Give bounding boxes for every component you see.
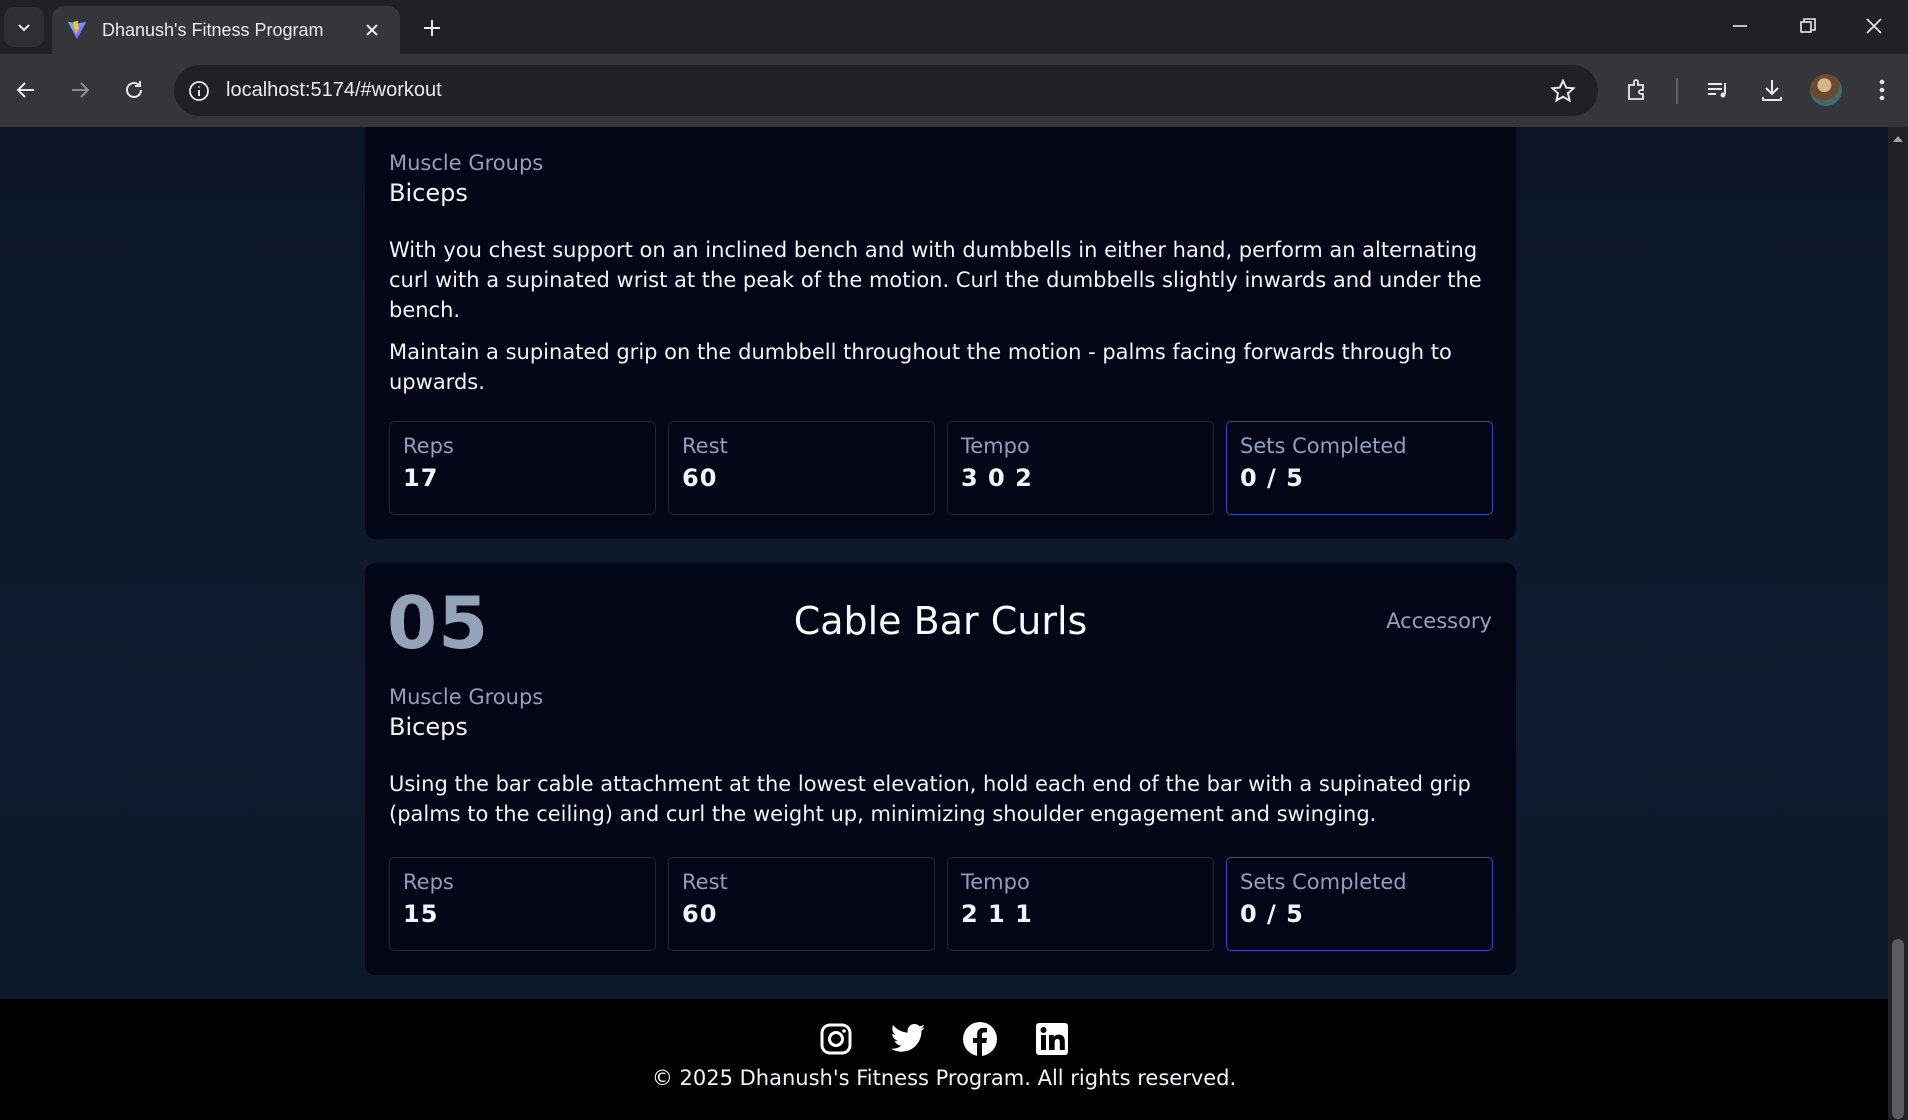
forward-button[interactable]: [60, 70, 100, 110]
stat-rest: Rest 60: [668, 421, 935, 515]
minimize-button[interactable]: [1706, 0, 1774, 52]
scroll-up-arrow-icon[interactable]: [1892, 133, 1904, 145]
exercise-description: With you chest support on an inclined be…: [389, 235, 1489, 325]
more-vertical-icon: [1878, 78, 1886, 102]
download-icon: [1759, 77, 1785, 103]
exercise-stats: Reps 17 Rest 60 Tempo 3 0 2 Sets Complet…: [389, 421, 1493, 515]
stat-reps: Reps 15: [389, 857, 656, 951]
stat-label: Rest: [682, 434, 921, 458]
stat-value: 0 / 5: [1240, 900, 1479, 928]
stat-value: 60: [682, 900, 921, 928]
downloads-button[interactable]: [1756, 74, 1788, 106]
stat-label: Tempo: [961, 870, 1200, 894]
url-text[interactable]: localhost:5174/#workout: [226, 79, 1550, 102]
stat-label: Rest: [682, 870, 921, 894]
muscle-groups-value: Biceps: [389, 713, 468, 741]
info-icon[interactable]: [188, 80, 210, 102]
arrow-left-icon: [15, 79, 37, 101]
browser-tab[interactable]: Dhanush's Fitness Program: [52, 6, 400, 54]
stat-value: 17: [403, 464, 642, 492]
profile-avatar[interactable]: [1810, 74, 1842, 106]
stat-value: 2 1 1: [961, 900, 1200, 928]
instagram-icon[interactable]: [818, 1021, 854, 1057]
browser-tab-bar: Dhanush's Fitness Program: [0, 0, 1908, 54]
stat-tempo: Tempo 2 1 1: [947, 857, 1214, 951]
stat-reps: Reps 17: [389, 421, 656, 515]
reload-icon: [123, 79, 145, 101]
plus-icon: [422, 18, 442, 38]
tab-search-button[interactable]: [4, 7, 44, 47]
address-bar[interactable]: localhost:5174/#workout: [174, 65, 1598, 116]
new-tab-button[interactable]: [414, 10, 450, 46]
chevron-down-icon: [16, 19, 32, 35]
linkedin-icon[interactable]: [1034, 1021, 1070, 1057]
stat-label: Tempo: [961, 434, 1200, 458]
stat-rest: Rest 60: [668, 857, 935, 951]
stat-value: 15: [403, 900, 642, 928]
facebook-icon[interactable]: [962, 1021, 998, 1057]
arrow-right-icon: [69, 79, 91, 101]
stat-value: 3 0 2: [961, 464, 1200, 492]
sets-completed-button[interactable]: Sets Completed 0 / 5: [1226, 421, 1493, 515]
stat-value: 0 / 5: [1240, 464, 1479, 492]
media-controls-button[interactable]: [1702, 74, 1734, 106]
exercise-card: Muscle Groups Biceps With you chest supp…: [365, 127, 1516, 539]
back-button[interactable]: [6, 70, 46, 110]
exercise-description: Using the bar cable attachment at the lo…: [389, 769, 1489, 829]
minimize-icon: [1731, 17, 1749, 35]
reload-button[interactable]: [114, 70, 154, 110]
stat-label: Sets Completed: [1240, 434, 1479, 458]
scroll-thumb[interactable]: [1892, 939, 1904, 1119]
exercise-name: Cable Bar Curls: [365, 599, 1516, 643]
stat-label: Sets Completed: [1240, 870, 1479, 894]
muscle-groups-label: Muscle Groups: [389, 685, 543, 709]
page-viewport: Muscle Groups Biceps With you chest supp…: [0, 127, 1888, 1120]
exercise-stats: Reps 15 Rest 60 Tempo 2 1 1 Sets Complet…: [389, 857, 1493, 951]
page-footer: © 2025 Dhanush's Fitness Program. All ri…: [0, 999, 1888, 1120]
sets-completed-button[interactable]: Sets Completed 0 / 5: [1226, 857, 1493, 951]
puzzle-icon: [1625, 77, 1651, 103]
stat-label: Reps: [403, 434, 642, 458]
muscle-groups-value: Biceps: [389, 179, 468, 207]
vite-logo-icon: [66, 19, 88, 41]
close-window-button[interactable]: [1840, 0, 1908, 52]
close-icon: [365, 23, 379, 37]
social-links: [0, 1021, 1888, 1057]
exercise-type: Accessory: [1386, 609, 1492, 633]
restore-button[interactable]: [1774, 0, 1842, 52]
twitter-icon[interactable]: [890, 1021, 926, 1057]
muscle-groups-label: Muscle Groups: [389, 151, 543, 175]
toolbar-separator: [1676, 78, 1678, 104]
exercise-description: Maintain a supinated grip on the dumbbel…: [389, 337, 1489, 397]
stat-tempo: Tempo 3 0 2: [947, 421, 1214, 515]
tab-close-button[interactable]: [358, 16, 386, 44]
browser-toolbar: localhost:5174/#workout: [0, 54, 1908, 127]
restore-icon: [1799, 17, 1817, 35]
stat-value: 60: [682, 464, 921, 492]
page-scrollbar[interactable]: [1888, 127, 1908, 1120]
exercise-card: 05 Cable Bar Curls Accessory Muscle Grou…: [365, 563, 1516, 975]
bookmark-star-icon[interactable]: [1550, 78, 1576, 104]
close-icon: [1865, 17, 1883, 35]
extensions-button[interactable]: [1622, 74, 1654, 106]
browser-menu-button[interactable]: [1866, 74, 1898, 106]
copyright-text: © 2025 Dhanush's Fitness Program. All ri…: [0, 1066, 1888, 1090]
tab-title: Dhanush's Fitness Program: [102, 20, 358, 41]
playlist-music-icon: [1705, 77, 1731, 103]
stat-label: Reps: [403, 870, 642, 894]
